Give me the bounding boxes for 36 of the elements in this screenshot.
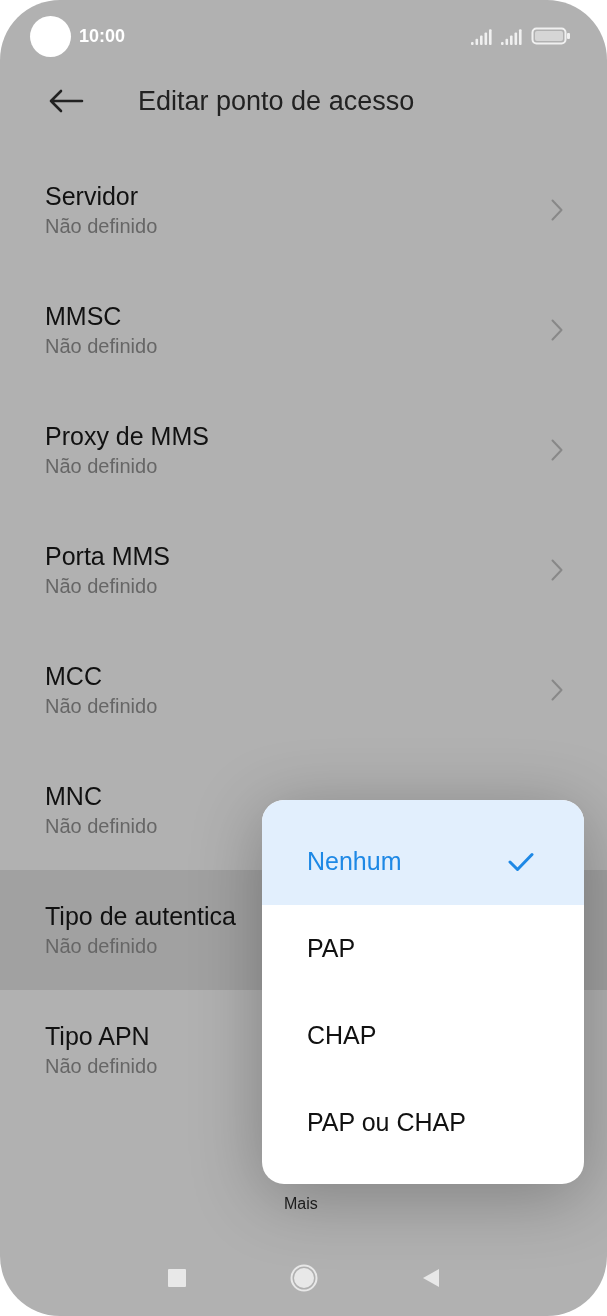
checkmark-icon xyxy=(508,851,534,872)
page-title: Editar ponto de acesso xyxy=(138,85,415,117)
setting-value: Não definido xyxy=(45,215,158,238)
setting-title: Tipo de autentica xyxy=(45,902,236,931)
setting-title: MNC xyxy=(45,782,102,811)
settings-row[interactable]: Proxy de MMS Não definido xyxy=(0,390,607,510)
menu-option[interactable]: CHAP xyxy=(262,992,584,1079)
setting-value: Não definido xyxy=(45,695,158,718)
status-time: 10:00 xyxy=(79,25,126,47)
menu-option[interactable]: PAP xyxy=(262,905,584,992)
menu-option[interactable]: PAP ou CHAP xyxy=(262,1079,584,1166)
back-arrow-icon[interactable] xyxy=(48,89,84,113)
setting-title: Proxy de MMS xyxy=(45,422,209,451)
settings-row[interactable]: MMSC Não definido xyxy=(0,270,607,390)
signal-icon xyxy=(501,27,523,45)
setting-title: Porta MMS xyxy=(45,542,171,571)
setting-value: Não definido xyxy=(45,1055,158,1078)
setting-title: MCC xyxy=(45,662,102,691)
setting-value: Não definido xyxy=(45,335,158,358)
home-icon[interactable] xyxy=(289,1264,318,1292)
setting-title: Tipo APN xyxy=(45,1022,150,1051)
back-icon[interactable] xyxy=(421,1268,440,1288)
setting-value: Não definido xyxy=(45,455,158,478)
settings-row[interactable]: Servidor Não definido xyxy=(0,150,607,270)
setting-value: Não definido xyxy=(45,935,158,958)
setting-value: Não definido xyxy=(45,575,158,598)
recents-icon[interactable] xyxy=(167,1269,186,1287)
settings-row[interactable]: MCC Não definido xyxy=(0,630,607,750)
signal-icon xyxy=(471,27,493,45)
settings-row[interactable]: Porta MMS Não definido xyxy=(0,510,607,630)
battery-icon xyxy=(531,27,571,45)
camera-cutout xyxy=(30,15,71,57)
setting-value: Não definido xyxy=(45,815,158,838)
more-button[interactable]: Mais xyxy=(284,1195,318,1213)
setting-title: Servidor xyxy=(45,182,139,211)
setting-title: MMSC xyxy=(45,302,122,331)
